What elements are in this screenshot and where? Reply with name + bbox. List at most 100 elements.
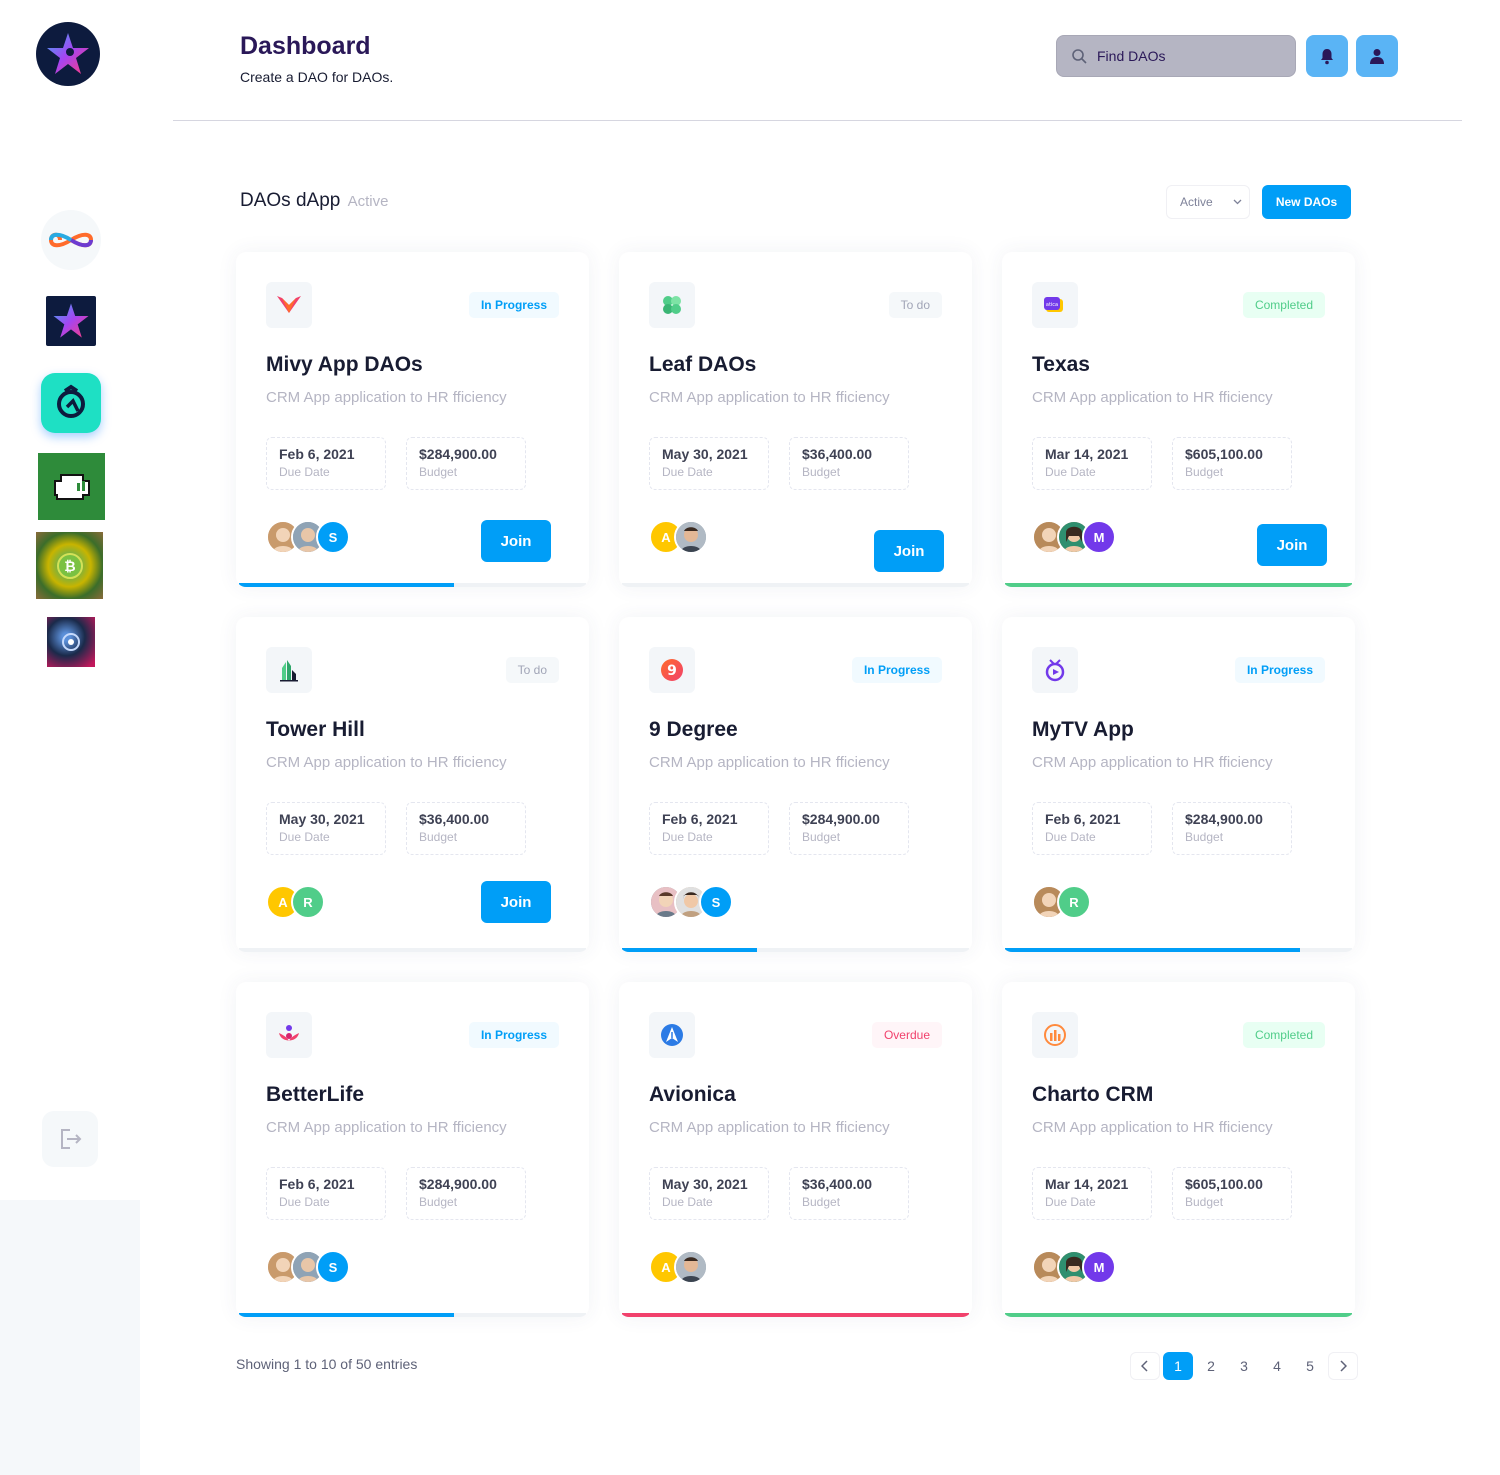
card-description: CRM App application to HR fficiency <box>266 389 507 406</box>
due-date-label: Due Date <box>279 830 330 844</box>
fox-logo-icon <box>277 296 301 313</box>
user-profile-button[interactable] <box>1356 35 1398 77</box>
due-date-label: Due Date <box>279 1195 330 1209</box>
card-description: CRM App application to HR fficiency <box>649 754 890 771</box>
card-logo: atica <box>1032 282 1078 328</box>
sidebar: ₿ <box>0 0 140 1200</box>
member-avatars: S <box>266 520 350 554</box>
dao-card[interactable]: Completed Charto CRM CRM App application… <box>1002 982 1355 1317</box>
status-filter-select[interactable]: Active <box>1166 185 1250 219</box>
avatar[interactable]: R <box>1057 885 1091 919</box>
dao-card[interactable]: Overdue Avionica CRM App application to … <box>619 982 972 1317</box>
budget-label: Budget <box>1185 830 1224 844</box>
progress-bar <box>622 1313 969 1317</box>
dao-card[interactable]: To do Leaf DAOs CRM App application to H… <box>619 252 972 587</box>
budget-box: $36,400.00 Budget <box>406 802 526 855</box>
sidebar-item-infinity[interactable] <box>41 210 101 270</box>
pagination-page-4[interactable]: 4 <box>1262 1352 1292 1380</box>
search-box[interactable] <box>1056 35 1296 77</box>
member-avatars: R <box>1032 885 1091 919</box>
new-daos-button[interactable]: New DAOs <box>1262 185 1351 219</box>
sidebar-item-star[interactable] <box>46 296 96 346</box>
page-subtitle: Create a DAO for DAOs. <box>240 69 394 85</box>
avatar[interactable]: R <box>291 885 325 919</box>
due-date-label: Due Date <box>662 465 713 479</box>
svg-text:9: 9 <box>667 663 677 679</box>
chevron-right-icon <box>1340 1360 1347 1372</box>
sidebar-item-compass[interactable] <box>41 373 101 433</box>
dao-card[interactable]: atica Completed Texas CRM App applicatio… <box>1002 252 1355 587</box>
infinity-icon <box>49 232 93 248</box>
pagination-page-3[interactable]: 3 <box>1229 1352 1259 1380</box>
bell-icon <box>1321 49 1333 65</box>
budget-box: $284,900.00 Budget <box>789 802 909 855</box>
avionica-logo-icon <box>661 1024 683 1046</box>
progress-fill <box>239 583 455 587</box>
due-date-value: May 30, 2021 <box>662 446 748 462</box>
join-button[interactable]: Join <box>481 881 551 923</box>
avatar[interactable]: M <box>1082 1250 1116 1284</box>
avatar[interactable] <box>674 1250 708 1284</box>
sidebar-item-galaxy[interactable] <box>47 617 95 667</box>
budget-box: $605,100.00 Budget <box>1172 437 1292 490</box>
avatar[interactable]: S <box>316 1250 350 1284</box>
pagination: 1 2 3 4 5 <box>1130 1352 1358 1380</box>
budget-box: $36,400.00 Budget <box>789 1167 909 1220</box>
progress-bar <box>239 948 586 952</box>
avatar[interactable] <box>674 520 708 554</box>
search-icon <box>1072 49 1087 64</box>
chevron-left-icon <box>1141 1360 1148 1372</box>
pagination-page-1[interactable]: 1 <box>1163 1352 1193 1380</box>
status-badge: In Progress <box>468 1022 559 1048</box>
sidebar-item-pixel-cloud[interactable] <box>38 453 105 520</box>
avatar[interactable]: M <box>1082 520 1116 554</box>
pixel-cloud-icon <box>53 473 90 500</box>
dao-card[interactable]: To do Tower Hill CRM App application to … <box>236 617 589 952</box>
join-button[interactable]: Join <box>481 520 551 562</box>
due-date-value: Feb 6, 2021 <box>279 1176 355 1192</box>
logout-button[interactable] <box>42 1111 98 1167</box>
status-badge: In Progress <box>851 657 942 683</box>
progress-bar <box>239 1313 586 1317</box>
due-date-label: Due Date <box>662 830 713 844</box>
avatar[interactable]: S <box>316 520 350 554</box>
member-avatars: M <box>1032 520 1116 554</box>
card-logo <box>1032 647 1078 693</box>
budget-label: Budget <box>802 1195 841 1209</box>
budget-value: $36,400.00 <box>802 446 873 462</box>
due-date-value: Mar 14, 2021 <box>1045 1176 1129 1192</box>
logout-icon <box>61 1129 82 1149</box>
dao-card[interactable]: In Progress Mivy App DAOs CRM App applic… <box>236 252 589 587</box>
card-description: CRM App application to HR fficiency <box>649 1119 890 1136</box>
pagination-page-5[interactable]: 5 <box>1295 1352 1325 1380</box>
budget-label: Budget <box>419 465 458 479</box>
pagination-prev-button[interactable] <box>1130 1352 1160 1380</box>
notifications-button[interactable] <box>1306 35 1348 77</box>
budget-label: Budget <box>802 465 841 479</box>
due-date-value: Mar 14, 2021 <box>1045 446 1129 462</box>
dao-card[interactable]: In Progress MyTV App CRM App application… <box>1002 617 1355 952</box>
chevron-down-icon <box>1233 199 1242 205</box>
due-date-box: Feb 6, 2021 Due Date <box>649 802 769 855</box>
status-badge: Completed <box>1242 1022 1325 1048</box>
avatar[interactable]: S <box>699 885 733 919</box>
card-title: MyTV App <box>1032 718 1134 741</box>
join-button[interactable]: Join <box>874 530 944 572</box>
entries-info: Showing 1 to 10 of 50 entries <box>236 1356 418 1372</box>
progress-fill <box>1005 583 1352 587</box>
join-button[interactable]: Join <box>1257 524 1327 566</box>
progress-fill <box>1005 1313 1352 1317</box>
search-input[interactable] <box>1097 48 1277 64</box>
sidebar-item-bitcoin-flower[interactable]: ₿ <box>36 532 103 599</box>
budget-label: Budget <box>1185 1195 1224 1209</box>
dao-card[interactable]: In Progress BetterLife CRM App applicati… <box>236 982 589 1317</box>
galaxy-icon <box>62 633 80 651</box>
pagination-page-2[interactable]: 2 <box>1196 1352 1226 1380</box>
member-avatars: S <box>266 1250 350 1284</box>
tv-logo-icon <box>1045 659 1065 682</box>
dao-card[interactable]: 9 In Progress 9 Degree CRM App applicati… <box>619 617 972 952</box>
app-logo[interactable] <box>36 22 100 86</box>
svg-text:atica: atica <box>1046 302 1058 308</box>
pagination-next-button[interactable] <box>1328 1352 1358 1380</box>
budget-label: Budget <box>1185 465 1224 479</box>
